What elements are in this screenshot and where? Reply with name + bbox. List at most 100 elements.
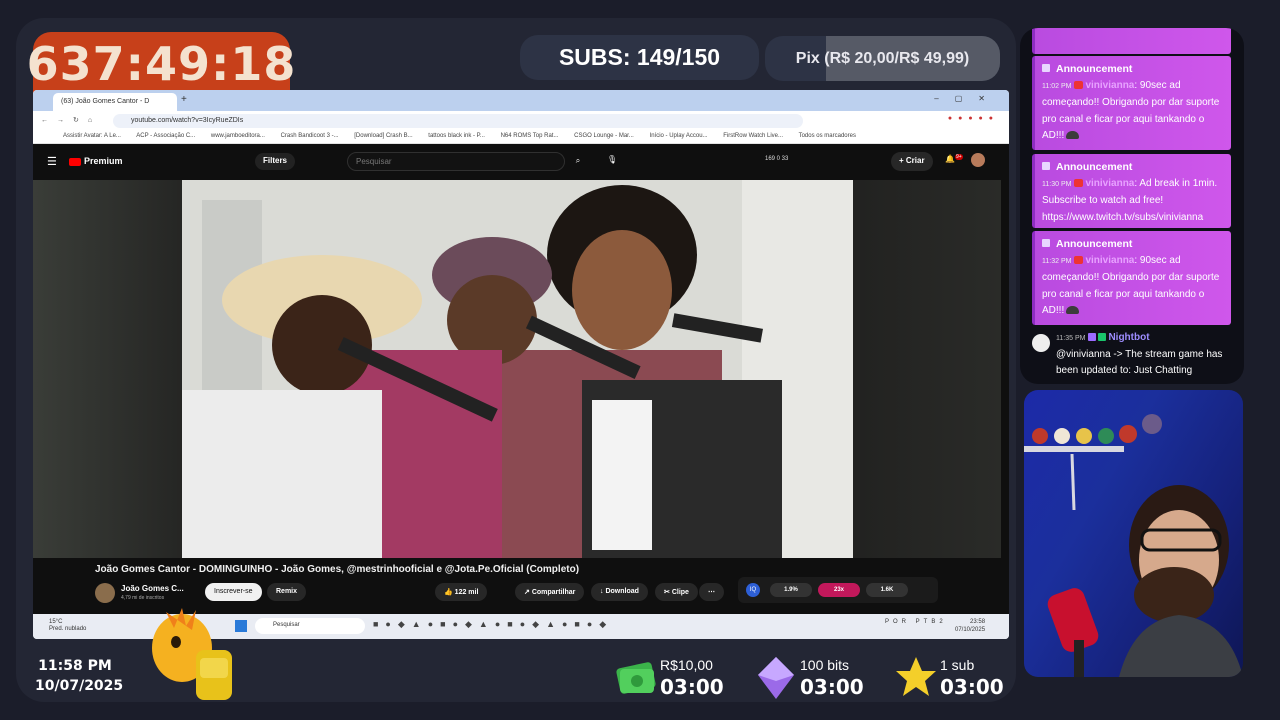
verified-bot-badge-icon: [1098, 333, 1107, 341]
taskbar-search-label: Pesquisar: [273, 622, 300, 628]
bookmark-item[interactable]: tattoos black ink - P...: [428, 133, 485, 139]
bookmark-item[interactable]: FirstRow Watch Live...: [723, 133, 783, 139]
stat-value: 1.6K: [866, 583, 908, 597]
extensions-icon[interactable]: ●●●●●: [948, 115, 999, 122]
chat-timestamp: 11:35 PM: [1056, 335, 1086, 342]
remix-button[interactable]: Remix: [267, 583, 307, 601]
chat-username[interactable]: vinivianna: [1074, 80, 1134, 91]
star-icon: [896, 657, 936, 696]
bookmark-item[interactable]: Crash Bandicoot 3 -...: [281, 133, 339, 139]
subs-goal: SUBS: 149/150: [520, 35, 759, 80]
windows-start-icon[interactable]: [235, 620, 247, 632]
taskbar-date: 07/10/2025: [955, 627, 986, 633]
browser-window: (63) João Gomes Cantor - D + –▢✕ ←→↻⌂ yo…: [33, 90, 1009, 639]
iq-icon[interactable]: IQ: [746, 583, 760, 597]
remix-label: Remix: [276, 588, 298, 595]
stream-clock: 11:58 PM 10/07/2025: [35, 656, 123, 696]
account-avatar[interactable]: [971, 153, 985, 167]
nav-buttons-icon[interactable]: ←→↻⌂: [41, 116, 101, 124]
weather-temp: 15°C: [49, 619, 63, 625]
bookmark-item[interactable]: Assistir Avatar: A Le...: [63, 133, 121, 139]
notif-count: 9+: [954, 154, 963, 160]
system-tray-lang[interactable]: POR PTB2: [885, 619, 947, 625]
header-stats: 169 0 33: [765, 156, 789, 162]
chat-username[interactable]: vinivianna: [1074, 178, 1134, 189]
alert-amount: 1 sub: [940, 657, 975, 673]
more-actions-icon[interactable]: ⋯: [699, 583, 724, 601]
mascot-chick-icon: [152, 608, 232, 700]
url-field[interactable]: youtube.com/watch?v=3IcyRueZDIs: [113, 114, 803, 128]
weather-widget[interactable]: 15°C Pred. nublado: [49, 619, 86, 633]
announcement-label: Announcement: [1056, 238, 1133, 250]
chat-announcement: Announcement 11:02 PM vinivianna: 90sec a…: [1032, 56, 1231, 150]
stat-value: 1.9%: [770, 583, 812, 597]
alert-sub: 1 sub 03:00: [894, 655, 1004, 701]
filters-button[interactable]: Filters: [255, 153, 296, 170]
taskbar-clock[interactable]: 23:58 07/10/2025: [955, 618, 985, 634]
address-bar: ←→↻⌂ youtube.com/watch?v=3IcyRueZDIs ●●●…: [33, 111, 1009, 131]
search-icon[interactable]: ⌕: [567, 152, 589, 171]
taskbar-apps-icon[interactable]: ■●◆▲●■●◆▲●■●◆▲●■●◆: [373, 619, 613, 630]
alert-money: R$10,00 03:00: [614, 655, 734, 701]
alert-countdown: 03:00: [660, 675, 724, 699]
like-button[interactable]: 👍 122 mil: [435, 583, 488, 601]
turtle-emote-icon: [1066, 131, 1080, 139]
download-button[interactable]: ↓ Download: [591, 583, 648, 601]
bookmark-item[interactable]: www.jamboeditora...: [211, 133, 265, 139]
chat-panel: Announcement 11:02 PM vinivianna: 90sec a…: [1020, 28, 1244, 384]
youtube-logo[interactable]: Premium: [69, 156, 123, 166]
channel-name[interactable]: João Gomes C...: [121, 584, 184, 593]
sponsorblock-panel: IQ 1.9% 23x 1.6K: [738, 577, 938, 603]
video-frame[interactable]: [182, 180, 853, 558]
new-tab-icon[interactable]: +: [181, 94, 187, 105]
announcement-icon: [1042, 162, 1050, 170]
create-button[interactable]: + Criar: [891, 152, 933, 171]
channel-avatar[interactable]: [95, 583, 115, 603]
taskbar-search[interactable]: Pesquisar: [255, 618, 365, 634]
alert-bits: 100 bits 03:00: [754, 655, 874, 701]
chat-announcement-partial: [1032, 28, 1231, 54]
clip-button[interactable]: ✂ Clipe: [655, 583, 698, 601]
bookmark-item[interactable]: ACP - Associação C...: [136, 133, 195, 139]
nightbot-avatar: [1032, 334, 1050, 352]
notifications-bell-icon[interactable]: 🔔9+: [945, 154, 963, 164]
youtube-header: ☰ Premium Filters Pesquisar ⌕ 🎙 169 0 33…: [33, 144, 1009, 180]
pix-goal: Pix (R$ 20,00/R$ 49,99): [765, 36, 1000, 81]
mic-icon[interactable]: 🎙: [607, 155, 617, 164]
chat-username[interactable]: vinivianna: [1074, 255, 1134, 266]
chat-timestamp: 11:32 PM: [1042, 257, 1072, 265]
webcam-feed: [1024, 390, 1243, 677]
bookmark-item[interactable]: N64 ROMS Top Rat...: [501, 133, 559, 139]
bookmark-item[interactable]: Início - Uplay Accou...: [650, 133, 708, 139]
webcam-scene: [1024, 414, 1243, 677]
alert-countdown: 03:00: [800, 675, 864, 699]
clip-label: Clipe: [671, 589, 689, 596]
share-button[interactable]: ↗ Compartilhar: [515, 583, 585, 601]
browser-tabbar: (63) João Gomes Cantor - D + –▢✕: [33, 90, 1009, 111]
browser-tab[interactable]: (63) João Gomes Cantor - D: [53, 93, 177, 111]
pix-goal-label: Pix (R$ 20,00/R$ 49,99): [795, 49, 970, 67]
window-controls[interactable]: –▢✕: [934, 94, 1001, 103]
money-icon: [616, 662, 656, 694]
search-placeholder: Pesquisar: [356, 157, 392, 166]
bookmark-item[interactable]: CSGO Lounge - Mar...: [574, 133, 634, 139]
filters-label: Filters: [263, 156, 288, 165]
announcement-icon: [1042, 64, 1050, 72]
download-label: Download: [605, 588, 639, 595]
hamburger-menu-icon[interactable]: ☰: [47, 155, 57, 168]
bookmark-item[interactable]: [Download] Crash B...: [354, 133, 412, 139]
clock-time: 11:58 PM: [38, 658, 112, 674]
video-player[interactable]: [33, 180, 1001, 558]
share-label: Compartilhar: [531, 589, 576, 596]
chat-message: @vinivianna -> The stream game has been …: [1056, 349, 1223, 376]
bookmarks-bar: Assistir Avatar: A Le... ACP - Associaçã…: [33, 131, 1009, 144]
announcement-icon: [1042, 239, 1050, 247]
alert-countdown: 03:00: [940, 675, 1004, 699]
bookmarks-all[interactable]: Todos os marcadores: [799, 133, 856, 139]
alert-amount: R$10,00: [660, 657, 713, 673]
chat-username[interactable]: Nightbot: [1108, 332, 1149, 343]
stat-value: 23x: [818, 583, 860, 597]
video-title: João Gomes Cantor - DOMINGUINHO - João G…: [95, 564, 580, 575]
tab-title: (63) João Gomes Cantor - D: [61, 98, 150, 105]
search-input[interactable]: Pesquisar: [347, 152, 565, 171]
